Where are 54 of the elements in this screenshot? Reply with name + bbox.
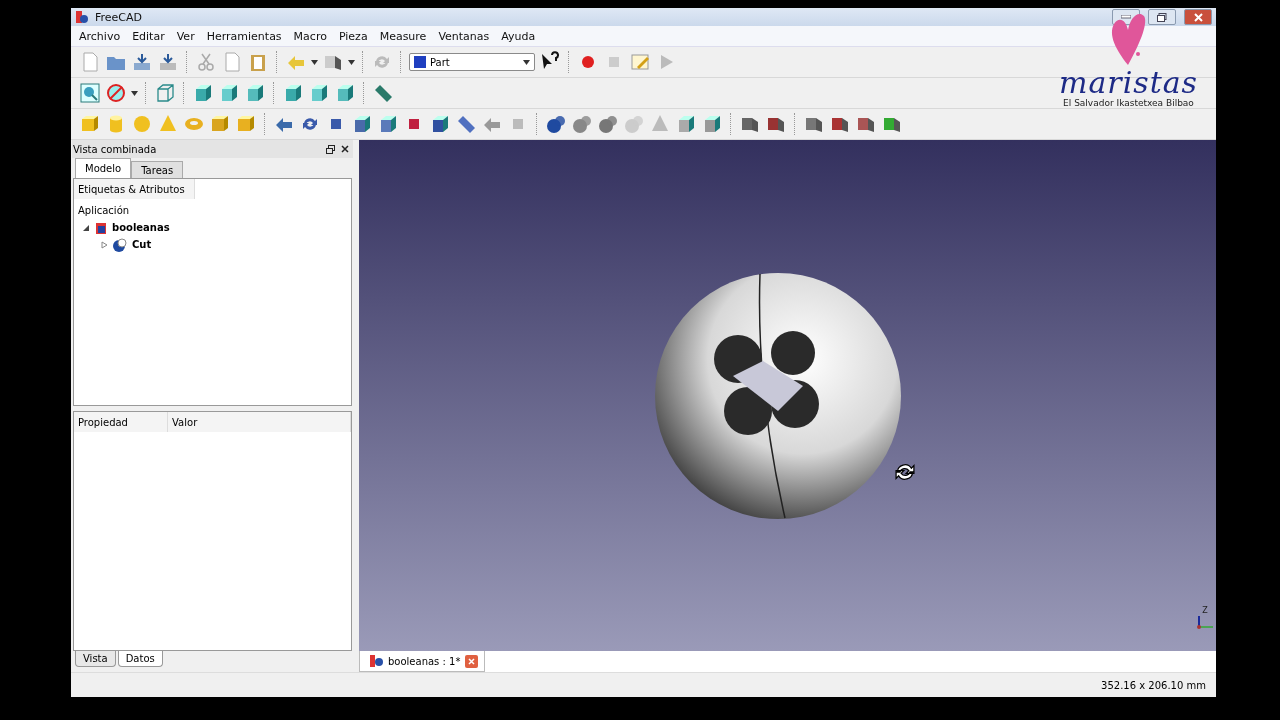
save-icon[interactable] [131,51,153,73]
minimize-icon [1121,15,1131,19]
logo-subtitle: El Salvador Ikastetxea Bilbao [1063,98,1194,108]
window-title: FreeCAD [95,10,143,24]
panel-title: Vista combinada [73,143,157,155]
menu-item[interactable]: Measure [373,29,433,43]
menu-item[interactable]: Herramientas [200,29,288,43]
no-draw-icon[interactable] [105,82,127,104]
undock-icon[interactable] [326,144,335,154]
tree-root-label[interactable]: Aplicación [78,205,130,216]
cut-icon[interactable] [597,113,619,135]
shape-icon [112,237,128,252]
zoom-fit-icon[interactable] [79,82,101,104]
document-tab[interactable]: booleanas : 1* [359,651,486,672]
menu-item[interactable]: Archivo [73,29,127,43]
restore-button[interactable] [1148,9,1176,25]
column-header: Propiedad [74,412,169,432]
workbench-dropdown[interactable]: Part [409,53,535,71]
panel-tab[interactable]: Vista [75,651,116,667]
print-icon[interactable] [157,51,179,73]
menu-item[interactable]: Ayuda [495,29,542,43]
tree-item[interactable]: booleanas [112,222,170,233]
caret-icon[interactable] [311,59,318,65]
axis-label: Z [1202,606,1208,615]
menu-item[interactable]: Pieza [332,29,374,43]
panel-tab[interactable]: Datos [117,651,163,667]
collapsed-arrow-icon[interactable] [100,240,108,249]
wireframe-cube-icon[interactable] [154,82,176,104]
status-text: 352.16 x 206.10 mm [1101,679,1206,691]
menu-item[interactable]: Editar [126,29,171,43]
document-icon [94,220,108,235]
menu-item[interactable]: Macro [287,29,333,43]
caret-icon[interactable] [348,59,355,65]
column-header: Valor [168,412,351,432]
restore-icon [1157,12,1167,22]
cube-icon [414,56,426,68]
axis-gizmo-icon [1196,615,1214,629]
menu-item[interactable]: Ver [170,29,201,43]
close-button[interactable] [1184,9,1212,25]
column-header: Etiquetas & Atributos [74,179,195,199]
close-icon [1193,12,1203,22]
panel-tab[interactable]: Modelo [75,158,132,178]
menu-item[interactable]: Ventanas [432,29,496,43]
caret-icon[interactable] [131,90,138,96]
expanded-arrow-icon[interactable] [82,223,90,232]
union-icon[interactable] [545,113,567,135]
app-icon [370,655,383,667]
common-icon[interactable] [571,113,593,135]
logo-wordmark: maristas [1059,68,1198,98]
tree-item[interactable]: Cut [132,239,152,250]
panel-tab[interactable]: Tareas [131,161,184,178]
app-icon [75,10,89,24]
close-icon[interactable] [341,144,349,153]
caret-icon[interactable] [523,59,530,65]
